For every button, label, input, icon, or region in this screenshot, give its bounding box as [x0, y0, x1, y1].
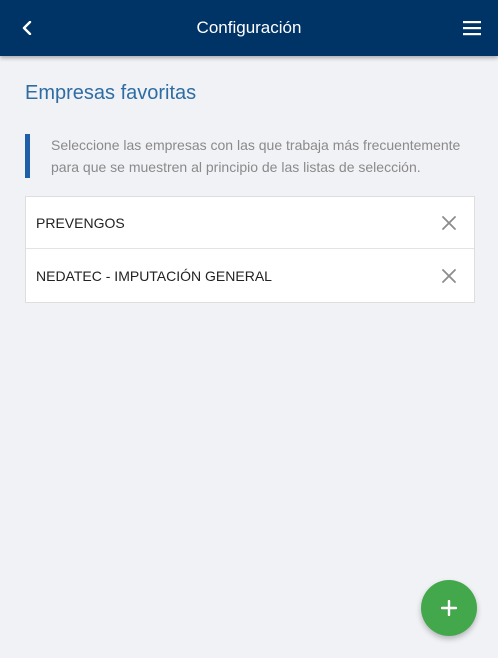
list-item: NEDATEC - IMPUTACIÓN GENERAL	[26, 249, 474, 302]
info-note: Seleccione las empresas con las que trab…	[25, 134, 475, 178]
close-icon	[442, 215, 456, 230]
remove-button[interactable]	[438, 212, 460, 234]
company-name: NEDATEC - IMPUTACIÓN GENERAL	[36, 267, 272, 284]
back-button[interactable]	[12, 14, 42, 42]
close-icon	[442, 268, 456, 283]
favorites-list: PREVENGOS NEDATEC - IMPUTACIÓN GENERAL	[25, 196, 475, 303]
add-company-button[interactable]	[421, 580, 477, 636]
section-title: Empresas favoritas	[25, 82, 197, 104]
company-name: PREVENGOS	[36, 214, 125, 231]
list-item: PREVENGOS	[26, 197, 474, 249]
plus-icon	[441, 600, 457, 616]
menu-button[interactable]	[456, 14, 488, 42]
remove-button[interactable]	[438, 265, 460, 287]
hamburger-menu-icon	[463, 21, 481, 36]
page-title: Configuración	[196, 18, 302, 37]
chevron-left-icon	[22, 21, 32, 35]
app-header: Configuración	[0, 0, 498, 56]
